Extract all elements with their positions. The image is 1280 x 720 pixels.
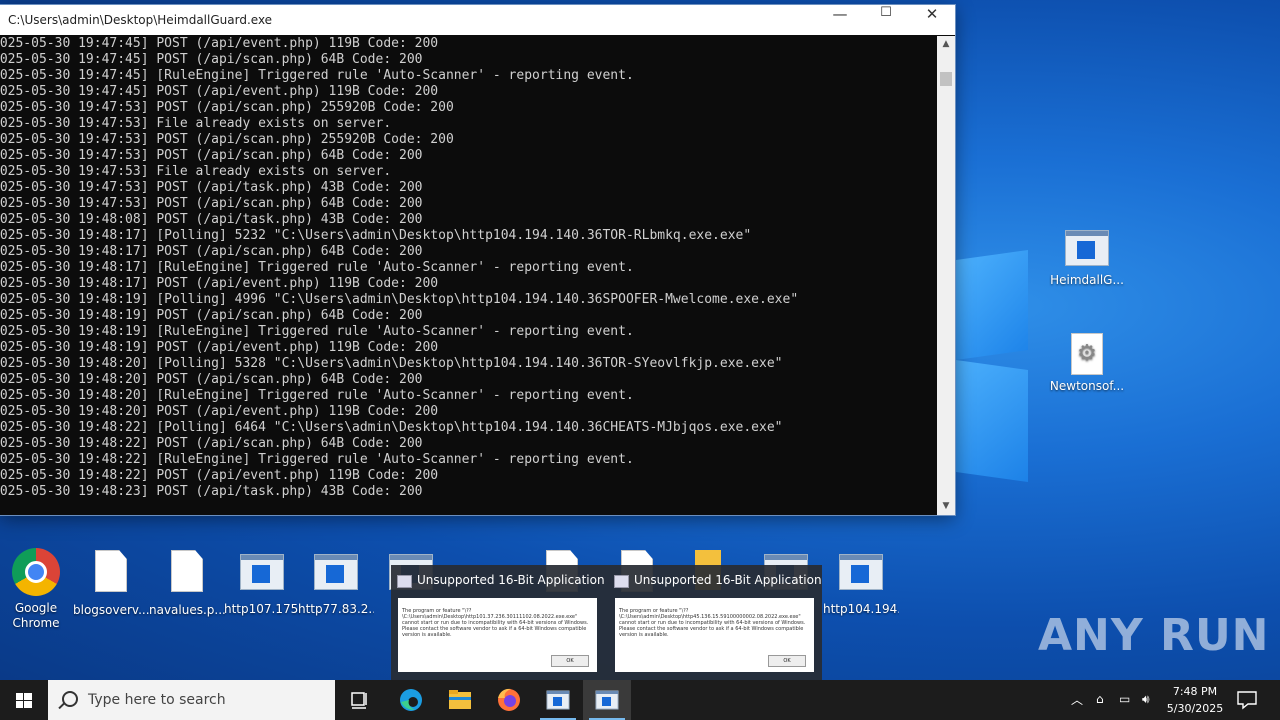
app-window-icon xyxy=(614,575,629,588)
log-line: 2025-05-30 19:47:45] POST (/api/scan.php… xyxy=(0,52,423,67)
console-window[interactable]: C:\Users\admin\Desktop\HeimdallGuard.exe… xyxy=(0,5,955,515)
log-line: 2025-05-30 19:47:45] POST (/api/event.ph… xyxy=(0,84,439,99)
thumbnail-title: Unsupported 16-Bit Application xyxy=(417,573,605,587)
taskbar-file-explorer[interactable] xyxy=(436,680,484,720)
settings-file-icon: ⚙ xyxy=(1071,333,1103,375)
desktop-icon-http77[interactable]: http77.83.2... xyxy=(298,554,374,617)
desktop-icon-newtonsoft[interactable]: ⚙ Newtonsof... xyxy=(1049,333,1125,394)
taskbar-console-app-active[interactable] xyxy=(583,680,631,720)
log-line: 2025-05-30 19:48:17] [RuleEngine] Trigge… xyxy=(0,260,634,275)
scroll-down-arrow-icon[interactable]: ▼ xyxy=(937,498,955,515)
volume-icon[interactable]: 🔊︎ xyxy=(1142,692,1150,707)
log-line: 2025-05-30 19:48:17] [Polling] 5232 "C:\… xyxy=(0,228,752,243)
log-line: 2025-05-30 19:48:22] POST (/api/event.ph… xyxy=(0,468,439,483)
log-line: 2025-05-30 19:48:19] [Polling] 4996 "C:\… xyxy=(0,292,799,307)
anyrun-watermark: ANY RUN xyxy=(1038,610,1270,661)
taskbar-edge[interactable] xyxy=(387,680,435,720)
chrome-icon xyxy=(12,548,60,596)
windows-start-icon xyxy=(16,693,32,708)
log-line: 2025-05-30 19:47:53] POST (/api/scan.php… xyxy=(0,100,454,115)
notifications-icon[interactable] xyxy=(1236,690,1258,710)
task-view-button[interactable] xyxy=(336,680,384,720)
vertical-scrollbar[interactable]: ▲ ▼ xyxy=(937,36,955,515)
log-line: 2025-05-30 19:48:08] POST (/api/task.php… xyxy=(0,212,423,227)
thumbnail-title: Unsupported 16-Bit Application xyxy=(634,573,822,587)
log-line: 2025-05-30 19:47:53] POST (/api/scan.php… xyxy=(0,148,423,163)
search-icon xyxy=(62,691,78,707)
log-line: 2025-05-30 19:47:53] File already exists… xyxy=(0,164,392,179)
app-window-icon xyxy=(546,690,570,710)
taskbar-firefox[interactable] xyxy=(485,680,533,720)
maximize-button[interactable]: ☐ xyxy=(863,5,909,35)
taskbar: Type here to search ︿ ⌂ ▭ 🔊︎ 7:48 PM 5/3… xyxy=(0,680,1280,720)
log-line: 2025-05-30 19:47:53] File already exists… xyxy=(0,116,392,131)
thumbnail-unsupported-app-2[interactable]: Unsupported 16-Bit Application The progr… xyxy=(608,571,822,675)
taskbar-clock[interactable]: 7:48 PM 5/30/2025 xyxy=(1162,683,1228,717)
taskbar-app-window[interactable] xyxy=(534,680,582,720)
edge-icon xyxy=(400,689,422,711)
start-button[interactable] xyxy=(0,680,48,720)
firefox-icon xyxy=(498,688,520,711)
log-line: 2025-05-30 19:48:17] POST (/api/scan.php… xyxy=(0,244,423,259)
app-window-icon xyxy=(839,554,883,590)
thumbnail-unsupported-app-1[interactable]: Unsupported 16-Bit Application The progr… xyxy=(391,571,605,675)
clock-date: 5/30/2025 xyxy=(1166,702,1224,715)
log-line: 2025-05-30 19:48:19] [RuleEngine] Trigge… xyxy=(0,324,634,339)
console-app-icon xyxy=(595,690,619,710)
search-placeholder: Type here to search xyxy=(88,692,226,708)
taskbar-search-box[interactable]: Type here to search xyxy=(48,680,335,720)
thumbnail-preview: The program or feature "\??\C:\Users\adm… xyxy=(398,598,597,672)
log-line: 2025-05-30 19:48:20] [Polling] 5328 "C:\… xyxy=(0,356,783,371)
ok-button: OK xyxy=(551,655,589,667)
network-icon[interactable]: ▭ xyxy=(1119,692,1130,706)
clock-time: 7:48 PM xyxy=(1172,685,1218,698)
window-title: C:\Users\admin\Desktop\HeimdallGuard.exe xyxy=(8,13,273,27)
log-line: 2025-05-30 19:47:53] POST (/api/scan.php… xyxy=(0,132,454,147)
app-window-icon xyxy=(397,575,412,588)
log-line: 2025-05-30 19:48:19] POST (/api/scan.php… xyxy=(0,308,423,323)
log-line: 2025-05-30 19:48:23] POST (/api/task.php… xyxy=(0,484,423,499)
app-window-icon xyxy=(240,554,284,590)
minimize-button[interactable]: — xyxy=(817,5,863,35)
app-window-icon xyxy=(314,554,358,590)
log-line: 2025-05-30 19:48:20] POST (/api/event.ph… xyxy=(0,404,439,419)
scrollbar-thumb[interactable] xyxy=(940,72,952,86)
log-line: 2025-05-30 19:47:45] POST (/api/event.ph… xyxy=(0,36,439,51)
scroll-up-arrow-icon[interactable]: ▲ xyxy=(937,36,955,53)
log-line: 2025-05-30 19:48:20] [RuleEngine] Trigge… xyxy=(0,388,634,403)
log-line: 2025-05-30 19:47:53] POST (/api/scan.php… xyxy=(0,196,423,211)
log-line: 2025-05-30 19:48:19] POST (/api/event.ph… xyxy=(0,340,439,355)
log-line: 2025-05-30 19:48:20] POST (/api/scan.php… xyxy=(0,372,423,387)
log-line: 2025-05-30 19:48:22] [RuleEngine] Trigge… xyxy=(0,452,634,467)
thumbnail-message: The program or feature "\??\C:\Users\adm… xyxy=(619,608,806,638)
desktop-icon-heimdall[interactable]: HeimdallG... xyxy=(1049,230,1125,288)
desktop-icon-http107[interactable]: http107.175... xyxy=(224,554,300,617)
log-line: 2025-05-30 19:47:45] [RuleEngine] Trigge… xyxy=(0,68,634,83)
document-icon xyxy=(95,550,127,592)
show-hidden-icons-chevron-icon[interactable]: ︿ xyxy=(1071,691,1083,708)
log-line: 2025-05-30 19:47:53] POST (/api/task.php… xyxy=(0,180,423,195)
desktop-icon-google-chrome[interactable]: Google Chrome xyxy=(0,548,74,631)
close-button[interactable]: ✕ xyxy=(909,5,955,35)
file-explorer-icon xyxy=(449,690,471,709)
ok-button: OK xyxy=(768,655,806,667)
device-icon[interactable]: ⌂ xyxy=(1096,692,1104,706)
log-line: 2025-05-30 19:48:22] POST (/api/scan.php… xyxy=(0,436,423,451)
log-line: 2025-05-30 19:48:17] POST (/api/event.ph… xyxy=(0,276,439,291)
task-view-icon xyxy=(351,692,367,709)
app-window-icon xyxy=(1065,230,1109,266)
thumbnail-message: The program or feature "\??\C:\Users\adm… xyxy=(402,608,589,638)
desktop-icon-blogsoverview[interactable]: blogsoverv... xyxy=(73,550,149,618)
log-line: 2025-05-30 19:48:22] [Polling] 6464 "C:\… xyxy=(0,420,783,435)
console-titlebar[interactable]: C:\Users\admin\Desktop\HeimdallGuard.exe… xyxy=(0,5,955,35)
document-icon xyxy=(171,550,203,592)
desktop-icon-http104[interactable]: http104.194... xyxy=(823,554,899,617)
console-log[interactable]: 2025-05-30 19:47:45] POST (/api/event.ph… xyxy=(0,36,936,515)
desktop-icon-navalues[interactable]: navalues.p... xyxy=(149,550,225,618)
taskbar-thumbnail-popup: Unsupported 16-Bit Application The progr… xyxy=(391,565,822,680)
thumbnail-preview: The program or feature "\??\C:\Users\adm… xyxy=(615,598,814,672)
